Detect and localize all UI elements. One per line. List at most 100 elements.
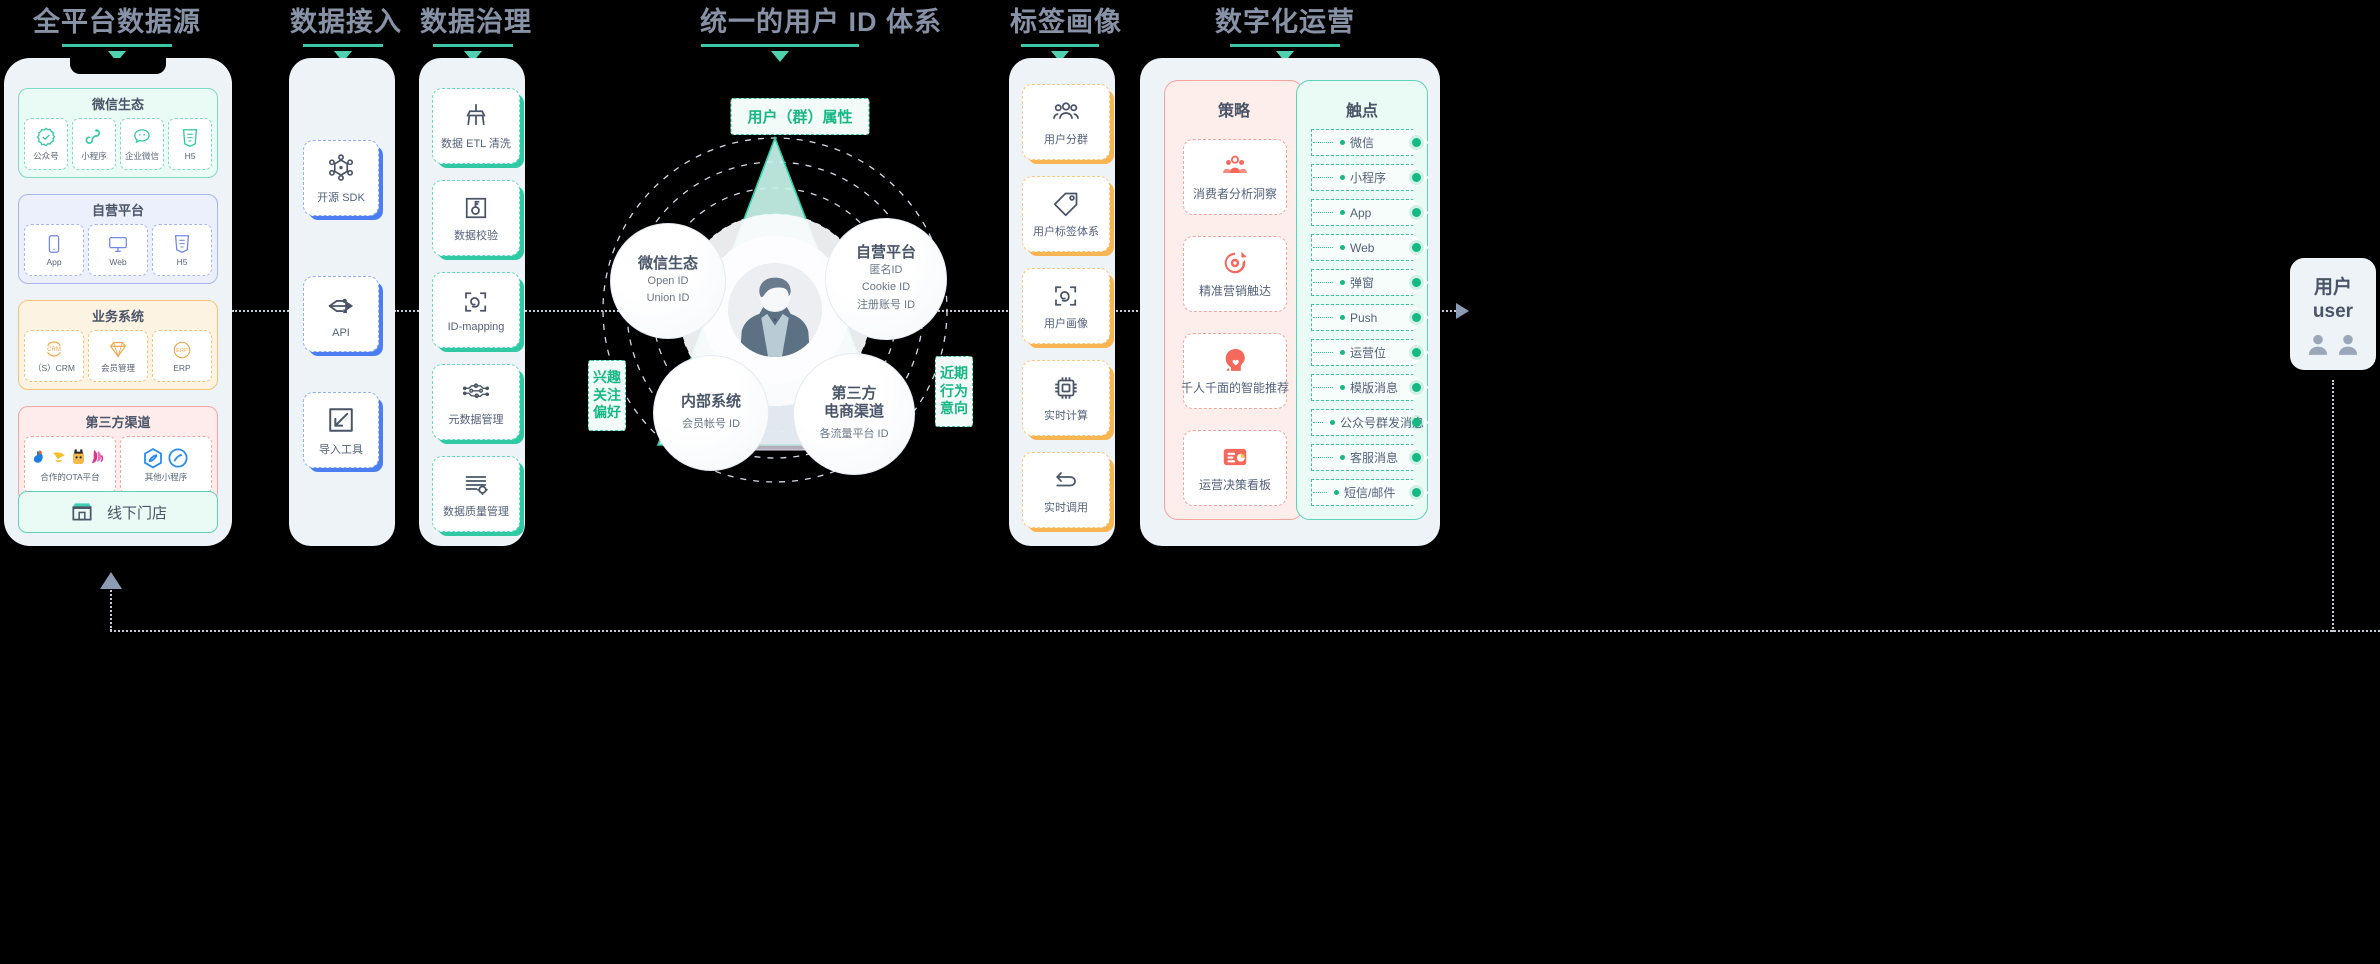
feedback-loop-horizontal: [110, 630, 2380, 632]
governance-card-data-quality[interactable]: 数据质量管理: [432, 456, 520, 532]
source-group-business-systems: 业务系统 CRM （S）CRM 会员管理 ERP ERP: [18, 300, 218, 390]
tile-label: 公众号: [33, 151, 59, 161]
source-tile-work-wechat[interactable]: 企业微信: [120, 118, 164, 170]
bullet-dot-icon: [1334, 490, 1339, 495]
strategy-card-consumer-insight[interactable]: 消费者分析洞察: [1183, 139, 1287, 215]
source-tile-h5[interactable]: H5: [168, 118, 212, 170]
tag-card-user-profile[interactable]: 用户画像: [1022, 268, 1110, 344]
tile-label: 合作的OTA平台: [40, 472, 100, 482]
governance-card-validation[interactable]: 数据校验: [432, 180, 520, 256]
bullet-dot-icon: [1340, 385, 1345, 390]
interest-badge-line-3: 偏好: [593, 404, 621, 420]
badge-check-icon: [36, 127, 56, 147]
tag-card-realtime-call[interactable]: 实时调用: [1022, 452, 1110, 528]
interest-badge-line-2: 关注: [593, 386, 621, 403]
source-tile-gongzhonghao[interactable]: 公众号: [24, 118, 68, 170]
source-group-self-platform: 自营平台 App Web H5: [18, 194, 218, 284]
tile-label: App: [46, 257, 62, 267]
touchpoint-label: 短信/邮件: [1344, 486, 1396, 500]
card-label: ID-mapping: [447, 321, 505, 333]
touchpoint-lead-line: [1313, 177, 1333, 178]
erp-icon: ERP: [173, 341, 191, 359]
group-title: 第三方渠道: [85, 415, 151, 430]
source-tile-app[interactable]: App: [24, 224, 84, 276]
column-header-unified-id: 统一的用户 ID 体系: [700, 0, 941, 62]
phone-notch: [70, 58, 166, 74]
tag-card-tag-system[interactable]: 用户标签体系: [1022, 176, 1110, 252]
column-header-data-sources: 全平台数据源: [22, 0, 212, 62]
id-node-internal-system[interactable]: 内部系统 会员帐号 ID: [653, 355, 769, 471]
ingest-card-api[interactable]: API: [303, 276, 379, 352]
governance-card-metadata[interactable]: 元数据管理: [432, 364, 520, 440]
ingest-card-import-tool[interactable]: 导入工具: [303, 392, 379, 468]
touchpoint-label: 小程序: [1350, 171, 1387, 185]
id-node-wechat[interactable]: 微信生态 Open ID Union ID: [610, 223, 726, 339]
group-tiles: App Web H5: [19, 224, 217, 283]
mobile-icon: [48, 235, 60, 253]
source-tile-erp[interactable]: ERP ERP: [152, 330, 212, 382]
tag-card-user-segment[interactable]: 用户分群: [1022, 84, 1110, 160]
source-tile-web[interactable]: Web: [88, 224, 148, 276]
end-user-label-cn: 用户: [2313, 277, 2352, 298]
interest-badge-line-1: 兴趣: [593, 369, 621, 385]
face-scan-icon: [1055, 286, 1077, 306]
id-node-self-platform[interactable]: 自营平台 匿名ID Cookie ID 注册账号 ID: [825, 218, 947, 340]
mini-program-icon: [85, 129, 100, 144]
strategy-card-ops-dashboard[interactable]: 运营决策看板: [1183, 430, 1287, 506]
crm-icon: CRM: [47, 341, 61, 357]
bullet-dot-icon: [1340, 210, 1345, 215]
source-tile-membership[interactable]: 会员管理: [88, 330, 148, 382]
tile-label: 小程序: [81, 151, 107, 161]
touchpoint-endpoint-dot: [1412, 173, 1421, 182]
group-title: 自营平台: [91, 203, 144, 218]
touchpoints-subpanel: 触点 微信 小程序 App Web 弹窗 Push 运营位 模版消息 公众号群发…: [1296, 80, 1429, 520]
source-tile-miniprogram[interactable]: 小程序: [72, 118, 116, 170]
touchpoint-endpoint-dot: [1412, 348, 1421, 357]
source-tile-other-miniapps[interactable]: 其他小程序: [120, 436, 212, 494]
bullet-dot-icon: [1340, 175, 1345, 180]
diagram-canvas: 全平台数据源 数据接入 数据治理 统一的用户 ID 体系 标签画像 数字化运营: [0, 0, 2380, 964]
source-offline-store[interactable]: 线下门店: [18, 491, 218, 533]
card-label: 用户画像: [1044, 318, 1088, 330]
touchpoint-label: Push: [1350, 310, 1378, 325]
source-tile-h5-self[interactable]: H5: [152, 224, 212, 276]
touchpoint-lead-line: [1313, 457, 1333, 458]
column-title: 全平台数据源: [33, 7, 201, 37]
tile-label: H5: [176, 257, 188, 267]
touchpoint-label: App: [1350, 205, 1372, 220]
governance-card-id-mapping[interactable]: ID-mapping: [432, 272, 520, 348]
end-user-label-en: user: [2312, 301, 2354, 322]
bullet-dot-icon: [1340, 455, 1345, 460]
touchpoint-endpoint-dot: [1412, 488, 1421, 497]
card-label: 实时调用: [1044, 502, 1088, 514]
tile-label: （S）CRM: [32, 363, 76, 373]
tag-card-realtime-compute[interactable]: 实时计算: [1022, 360, 1110, 436]
touchpoint-endpoint-dot: [1412, 278, 1421, 287]
offline-store-label: 线下门店: [106, 504, 167, 522]
touchpoint-lead-line: [1313, 492, 1327, 493]
tag-icon: [1053, 192, 1078, 217]
touchpoint-lead-line: [1313, 282, 1333, 283]
arrow-to-user-icon: [1456, 303, 1469, 319]
source-group-third-party: 第三方渠道 合作的OTA平台 其他小程序: [18, 406, 218, 502]
source-tile-crm[interactable]: CRM （S）CRM: [24, 330, 84, 382]
feedback-loop-right-vertical: [2332, 380, 2334, 632]
ingest-card-sdk[interactable]: 开源 SDK: [303, 140, 379, 216]
group-tiles: CRM （S）CRM 会员管理 ERP ERP: [19, 330, 217, 389]
target-arrow-icon: [1224, 251, 1247, 274]
h5-icon: [182, 129, 198, 147]
id-node-third-party-ecommerce[interactable]: 第三方 电商渠道 各流量平台 ID: [793, 353, 915, 475]
tile-label: Web: [109, 257, 127, 267]
strategy-card-smart-recommendation[interactable]: 千人千面的智能推荐: [1181, 333, 1289, 409]
card-label: 数据质量管理: [443, 506, 509, 518]
behavior-badge-line-1: 近期: [940, 365, 968, 381]
other-mini-apps-icon: [144, 447, 188, 469]
node-title: 内部系统: [680, 392, 741, 410]
card-label: 运营决策看板: [1198, 478, 1271, 492]
strategy-card-precision-marketing[interactable]: 精准营销触达: [1183, 236, 1287, 312]
source-tile-ota-platforms[interactable]: 合作的OTA平台: [24, 436, 116, 494]
touchpoint-label: 微信: [1350, 136, 1375, 150]
governance-card-etl[interactable]: 数据 ETL 清洗: [432, 88, 520, 164]
end-user-box: 用户 user: [2290, 258, 2376, 370]
tile-label: H5: [184, 151, 196, 161]
